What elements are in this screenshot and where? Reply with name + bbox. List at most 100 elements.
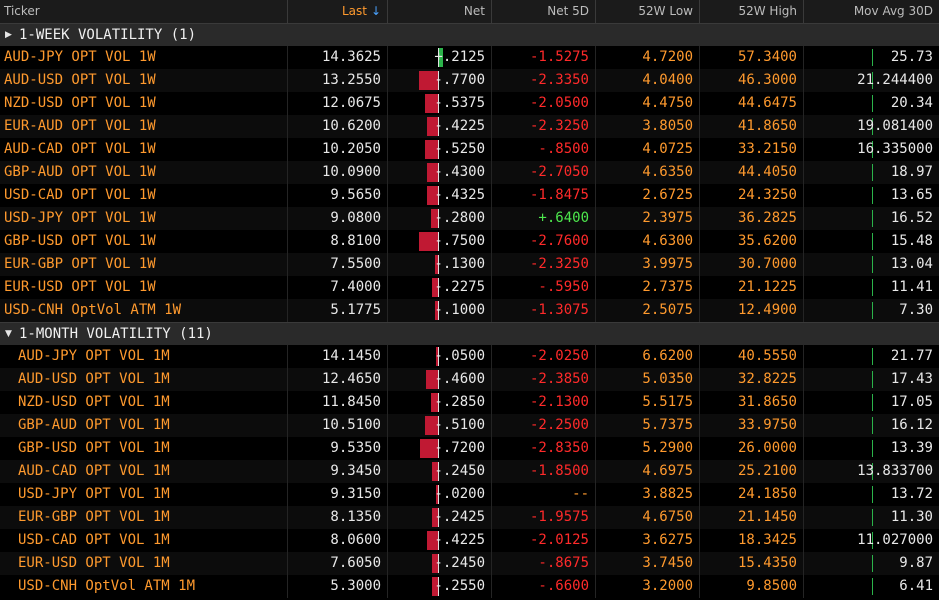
table-row[interactable]: NZD-USD OPT VOL 1M 11.8450 -.2850 -2.1300 5.… (0, 391, 939, 414)
ticker-cell[interactable]: EUR-GBP OPT VOL 1W (0, 253, 287, 276)
mov-avg-30d-cell: 11.41 (803, 276, 939, 299)
ticker-cell[interactable]: USD-CNH OptVol ATM 1M (0, 575, 287, 598)
ticker-cell[interactable]: AUD-CAD OPT VOL 1M (0, 460, 287, 483)
mov-avg-30d-cell: 9.87 (803, 552, 939, 575)
net-change-cell: -.4300 (387, 161, 491, 184)
table-row[interactable]: USD-JPY OPT VOL 1M 9.3150 -.0200 -- 3.8825 24… (0, 483, 939, 506)
ticker-cell[interactable]: USD-JPY OPT VOL 1W (0, 207, 287, 230)
group-header[interactable]: ▶ 1-WEEK VOLATILITY (1) (0, 23, 939, 46)
net-change-value: -.0500 (434, 348, 485, 364)
table-row[interactable]: AUD-JPY OPT VOL 1M 14.1450 -.0500 -2.0250 6.… (0, 345, 939, 368)
table-row[interactable]: AUD-CAD OPT VOL 1W 10.2050 -.5250 -.8500 4.0… (0, 138, 939, 161)
ticker-cell[interactable]: AUD-CAD OPT VOL 1W (0, 138, 287, 161)
ticker-cell[interactable]: AUD-USD OPT VOL 1M (0, 368, 287, 391)
low-52w-cell: 3.8050 (595, 115, 699, 138)
column-header-last[interactable]: Last ↓ (287, 0, 387, 23)
table-row[interactable]: EUR-GBP OPT VOL 1W 7.5500 -.1300 -2.3250 3.9… (0, 253, 939, 276)
column-header-net-5d[interactable]: Net 5D (491, 0, 595, 23)
table-row[interactable]: USD-CNH OptVol ATM 1M 5.3000 -.2550 -.6600 3… (0, 575, 939, 598)
table-row[interactable]: AUD-CAD OPT VOL 1M 9.3450 -.2450 -1.8500 4.6… (0, 460, 939, 483)
net-change-value: -.4300 (434, 164, 485, 180)
triangle-right-icon[interactable]: ▶ (5, 24, 12, 46)
net-change-value: +.2125 (434, 49, 485, 65)
net-change-cell: +.2125 (387, 46, 491, 69)
column-header-52w-high[interactable]: 52W High (699, 0, 803, 23)
mov-avg-30d-cell: 13.65 (803, 184, 939, 207)
mov-avg-value: 15.48 (890, 233, 933, 249)
table-row[interactable]: USD-JPY OPT VOL 1W 9.0800 -.2800 +.6400 2.39… (0, 207, 939, 230)
table-row[interactable]: EUR-USD OPT VOL 1M 7.6050 -.2450 -.8675 3.74… (0, 552, 939, 575)
table-row[interactable]: AUD-JPY OPT VOL 1W 14.3625 +.2125 -1.5275 4.… (0, 46, 939, 69)
ticker-cell[interactable]: GBP-AUD OPT VOL 1M (0, 414, 287, 437)
ticker-cell[interactable]: GBP-AUD OPT VOL 1W (0, 161, 287, 184)
table-row[interactable]: USD-CAD OPT VOL 1W 9.5650 -.4325 -1.8475 2.6… (0, 184, 939, 207)
column-header-52w-high-label: 52W High (738, 4, 797, 18)
low-52w-cell: 3.7450 (595, 552, 699, 575)
column-header-ticker[interactable]: Ticker (0, 0, 287, 23)
net-5d-cell: -2.3350 (491, 69, 595, 92)
last-price-cell: 9.3450 (287, 460, 387, 483)
table-row[interactable]: EUR-GBP OPT VOL 1M 8.1350 -.2425 -1.9575 4.6… (0, 506, 939, 529)
ticker-cell[interactable]: NZD-USD OPT VOL 1M (0, 391, 287, 414)
ticker-cell[interactable]: NZD-USD OPT VOL 1W (0, 92, 287, 115)
ticker-cell[interactable]: AUD-JPY OPT VOL 1M (0, 345, 287, 368)
table-row[interactable]: USD-CAD OPT VOL 1M 8.0600 -.4225 -2.0125 3.6… (0, 529, 939, 552)
ticker-cell[interactable]: EUR-AUD OPT VOL 1W (0, 115, 287, 138)
table-row[interactable]: AUD-USD OPT VOL 1W 13.2550 -.7700 -2.3350 4.… (0, 69, 939, 92)
net-change-value: -.2425 (434, 509, 485, 525)
ticker-cell[interactable]: USD-JPY OPT VOL 1M (0, 483, 287, 506)
table-row[interactable]: EUR-USD OPT VOL 1W 7.4000 -.2275 -.5950 2.73… (0, 276, 939, 299)
ticker-cell[interactable]: AUD-USD OPT VOL 1W (0, 69, 287, 92)
ticker-cell[interactable]: GBP-USD OPT VOL 1W (0, 230, 287, 253)
last-price-cell: 7.4000 (287, 276, 387, 299)
column-header-mov-avg-30d[interactable]: Mov Avg 30D (803, 0, 939, 23)
group-header[interactable]: ▼ 1-MONTH VOLATILITY (11) (0, 322, 939, 345)
table-row[interactable]: AUD-USD OPT VOL 1M 12.4650 -.4600 -2.3850 5.… (0, 368, 939, 391)
mov-avg-marker (872, 302, 873, 319)
group-title: 1-WEEK VOLATILITY (1) (19, 27, 197, 43)
net-change-value: -.1000 (434, 302, 485, 318)
last-price-cell: 13.2550 (287, 69, 387, 92)
ticker-cell[interactable]: USD-CAD OPT VOL 1M (0, 529, 287, 552)
ticker-cell[interactable]: GBP-USD OPT VOL 1M (0, 437, 287, 460)
high-52w-cell: 40.5550 (699, 345, 803, 368)
mov-avg-value: 16.12 (890, 417, 933, 433)
column-header-net-5d-label: Net 5D (547, 4, 589, 18)
column-header-52w-low[interactable]: 52W Low (595, 0, 699, 23)
last-price-cell: 12.4650 (287, 368, 387, 391)
net-change-value: -.7500 (434, 233, 485, 249)
high-52w-cell: 9.8500 (699, 575, 803, 598)
ticker-cell[interactable]: USD-CNH OptVol ATM 1W (0, 299, 287, 322)
ticker-cell[interactable]: EUR-USD OPT VOL 1M (0, 552, 287, 575)
net-5d-cell: -1.8475 (491, 184, 595, 207)
triangle-down-icon[interactable]: ▼ (5, 323, 12, 345)
net-5d-cell: -2.2500 (491, 414, 595, 437)
table-row[interactable]: GBP-USD OPT VOL 1W 8.8100 -.7500 -2.7600 4.6… (0, 230, 939, 253)
ticker-cell[interactable]: EUR-USD OPT VOL 1W (0, 276, 287, 299)
table-row[interactable]: GBP-USD OPT VOL 1M 9.5350 -.7200 -2.8350 5.2… (0, 437, 939, 460)
high-52w-cell: 24.1850 (699, 483, 803, 506)
table-row[interactable]: GBP-AUD OPT VOL 1M 10.5100 -.5100 -2.2500 5.… (0, 414, 939, 437)
table-row[interactable]: EUR-AUD OPT VOL 1W 10.6200 -.4225 -2.3250 3.… (0, 115, 939, 138)
table-row[interactable]: USD-CNH OptVol ATM 1W 5.1775 -.1000 -1.3075… (0, 299, 939, 322)
last-price-cell: 9.0800 (287, 207, 387, 230)
mov-avg-marker (872, 440, 873, 457)
last-price-cell: 10.2050 (287, 138, 387, 161)
mov-avg-30d-cell: 13.72 (803, 483, 939, 506)
net-5d-cell: -2.3250 (491, 115, 595, 138)
ticker-cell[interactable]: EUR-GBP OPT VOL 1M (0, 506, 287, 529)
net-5d-cell: -1.8500 (491, 460, 595, 483)
table-row[interactable]: GBP-AUD OPT VOL 1W 10.0900 -.4300 -2.7050 4.… (0, 161, 939, 184)
table-row[interactable]: NZD-USD OPT VOL 1W 12.0675 -.5375 -2.0500 4.… (0, 92, 939, 115)
column-header-net[interactable]: Net (387, 0, 491, 23)
mov-avg-30d-cell: 17.05 (803, 391, 939, 414)
mov-avg-30d-cell: 20.34 (803, 92, 939, 115)
net-change-cell: -.7500 (387, 230, 491, 253)
ticker-cell[interactable]: USD-CAD OPT VOL 1W (0, 184, 287, 207)
net-change-cell: -.1000 (387, 299, 491, 322)
low-52w-cell: 2.5075 (595, 299, 699, 322)
low-52w-cell: 2.7375 (595, 276, 699, 299)
group-title: 1-MONTH VOLATILITY (11) (19, 326, 213, 342)
ticker-cell[interactable]: AUD-JPY OPT VOL 1W (0, 46, 287, 69)
mov-avg-30d-cell: 17.43 (803, 368, 939, 391)
